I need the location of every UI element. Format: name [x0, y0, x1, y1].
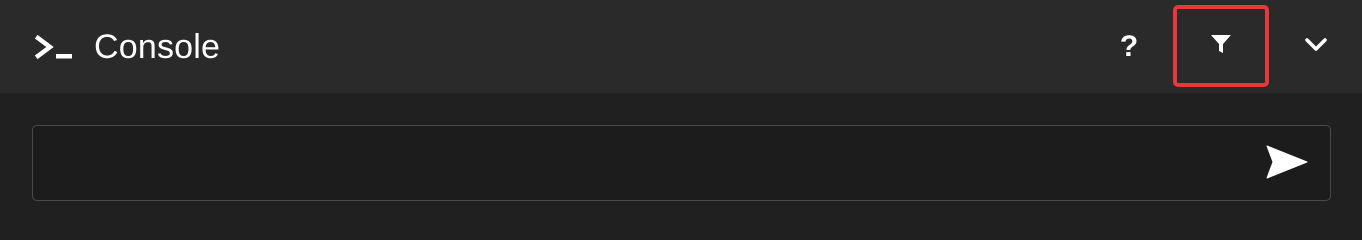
- send-arrow-icon: [1265, 144, 1309, 185]
- chevron-down-icon: [1304, 37, 1328, 58]
- filter-funnel-icon: [1210, 33, 1232, 60]
- collapse-button[interactable]: [1294, 24, 1338, 70]
- send-button[interactable]: [1259, 142, 1315, 186]
- command-input-box: [32, 125, 1331, 201]
- console-header: Console ?: [0, 0, 1362, 93]
- help-icon: ?: [1119, 30, 1139, 63]
- panel-title: Console: [94, 28, 221, 66]
- console-prompt-icon: [34, 34, 76, 62]
- help-button[interactable]: ?: [1108, 24, 1150, 70]
- command-input[interactable]: [47, 140, 1247, 186]
- filter-button[interactable]: [1173, 5, 1269, 87]
- console-panel: Console ?: [0, 0, 1362, 232]
